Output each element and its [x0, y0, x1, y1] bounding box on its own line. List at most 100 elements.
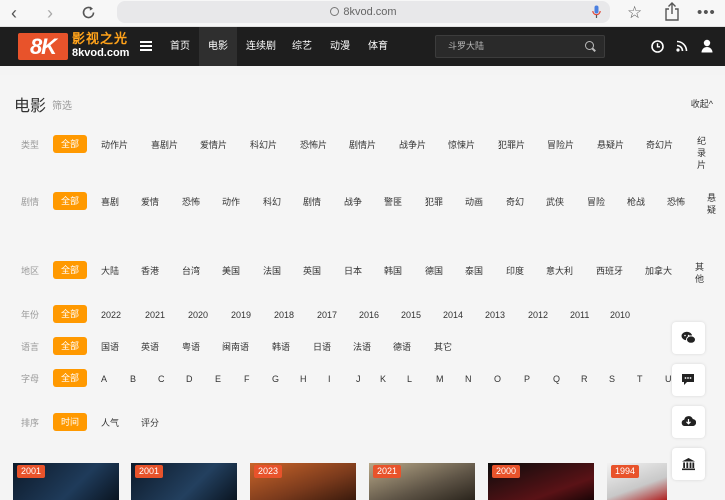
filter-option-type[interactable]: 惊悚片 [448, 138, 475, 152]
bank-button[interactable] [672, 448, 705, 480]
filter-option-year[interactable]: 2017 [317, 308, 337, 322]
filter-option-letter[interactable]: J [356, 372, 361, 386]
filter-option-letter[interactable]: G [272, 372, 279, 386]
filter-option-region[interactable]: 香港 [141, 264, 159, 278]
movie-poster[interactable]: 1994 [607, 463, 667, 500]
reload-icon[interactable] [81, 5, 96, 20]
filter-option-genre[interactable]: 动作 [222, 195, 240, 209]
forward-icon[interactable]: › [47, 2, 53, 24]
filter-option-language[interactable]: 粤语 [182, 340, 200, 354]
filter-option-year[interactable]: 2012 [528, 308, 548, 322]
movie-poster[interactable]: 2001 [13, 463, 119, 500]
movie-poster[interactable]: 2000 [488, 463, 594, 500]
address-bar[interactable]: 8kvod.com [117, 1, 610, 23]
more-icon[interactable]: ••• [697, 2, 716, 24]
filter-option-region[interactable]: 加拿大 [645, 264, 672, 278]
filter-option-year[interactable]: 2019 [231, 308, 251, 322]
filter-option-language[interactable]: 全部 [53, 337, 87, 355]
filter-option-sort[interactable]: 时间 [53, 413, 87, 431]
filter-option-region[interactable]: 法国 [263, 264, 281, 278]
filter-option-type[interactable]: 冒险片 [547, 138, 574, 152]
filter-option-region[interactable]: 韩国 [384, 264, 402, 278]
filter-option-letter[interactable]: 全部 [53, 369, 87, 387]
filter-option-region[interactable]: 全部 [53, 261, 87, 279]
filter-option-region[interactable]: 大陆 [101, 264, 119, 278]
filter-option-genre[interactable]: 爱情 [141, 195, 159, 209]
site-logo-url[interactable]: 8kvod.com [72, 47, 129, 59]
filter-option-letter[interactable]: S [609, 372, 615, 386]
chat-button[interactable] [672, 364, 705, 396]
filter-option-year[interactable]: 2010 [610, 308, 630, 322]
filter-option-region[interactable]: 日本 [344, 264, 362, 278]
filter-option-language[interactable]: 闽南语 [222, 340, 249, 354]
filter-option-letter[interactable]: D [186, 372, 193, 386]
nav-movies[interactable]: 电影 [199, 27, 237, 66]
filter-option-type[interactable]: 奇幻片 [646, 138, 673, 152]
filter-option-genre[interactable]: 冒险 [587, 195, 605, 209]
filter-option-genre[interactable]: 全部 [53, 192, 87, 210]
filter-option-year[interactable]: 2015 [401, 308, 421, 322]
site-info-icon[interactable] [330, 7, 340, 16]
back-icon[interactable]: ‹ [11, 2, 17, 24]
search-icon[interactable] [585, 41, 594, 50]
filter-option-type[interactable]: 战争片 [399, 138, 426, 152]
filter-option-letter[interactable]: N [465, 372, 472, 386]
filter-option-letter[interactable]: K [380, 372, 386, 386]
filter-option-region[interactable]: 印度 [506, 264, 524, 278]
filter-option-year[interactable]: 2020 [188, 308, 208, 322]
filter-option-letter[interactable]: U [665, 372, 672, 386]
filter-option-type[interactable]: 喜剧片 [151, 138, 178, 152]
bookmark-star-icon[interactable]: ☆ [627, 2, 642, 24]
filter-option-genre[interactable]: 恐怖 [667, 195, 685, 209]
nav-anime[interactable]: 动漫 [323, 27, 357, 66]
filter-option-type[interactable]: 全部 [53, 135, 87, 153]
movie-poster[interactable]: 2023 [250, 463, 356, 500]
filter-option-year[interactable]: 2022 [101, 308, 121, 322]
site-logo[interactable]: 8K [18, 33, 68, 60]
filter-option-letter[interactable]: E [215, 372, 221, 386]
movie-poster[interactable]: 2001 [131, 463, 237, 500]
filter-option-genre[interactable]: 动画 [465, 195, 483, 209]
filter-option-region[interactable]: 泰国 [465, 264, 483, 278]
filter-option-region[interactable]: 德国 [425, 264, 443, 278]
filter-option-letter[interactable]: M [436, 372, 444, 386]
nav-sports[interactable]: 体育 [361, 27, 395, 66]
nav-home[interactable]: 首页 [163, 27, 197, 66]
filter-option-type[interactable]: 犯罪片 [498, 138, 525, 152]
download-button[interactable] [672, 406, 705, 438]
filter-option-type[interactable]: 纪录片 [697, 135, 707, 171]
filter-option-year[interactable]: 2011 [570, 308, 589, 322]
search-input[interactable] [448, 36, 578, 57]
filter-option-letter[interactable]: R [581, 372, 588, 386]
filter-option-letter[interactable]: C [158, 372, 165, 386]
collapse-toggle[interactable]: 收起^ [691, 97, 713, 110]
filter-option-region[interactable]: 英国 [303, 264, 321, 278]
site-logo-name[interactable]: 影视之光 [72, 32, 128, 46]
filter-option-letter[interactable]: Q [553, 372, 560, 386]
filter-option-year[interactable]: 2018 [274, 308, 294, 322]
filter-option-type[interactable]: 悬疑片 [597, 138, 624, 152]
filter-option-region[interactable]: 其他 [695, 261, 705, 285]
filter-option-letter[interactable]: I [328, 372, 331, 386]
filter-option-genre[interactable]: 科幻 [263, 195, 281, 209]
filter-option-letter[interactable]: F [244, 372, 250, 386]
rss-icon[interactable] [676, 40, 688, 52]
filter-option-genre[interactable]: 恐怖 [182, 195, 200, 209]
share-icon[interactable] [664, 2, 680, 21]
filter-option-sort[interactable]: 评分 [141, 416, 159, 430]
filter-option-language[interactable]: 其它 [434, 340, 452, 354]
filter-option-letter[interactable]: H [300, 372, 307, 386]
filter-option-genre[interactable]: 剧情 [303, 195, 321, 209]
filter-option-region[interactable]: 台湾 [182, 264, 200, 278]
filter-option-year[interactable]: 2021 [145, 308, 165, 322]
filter-option-language[interactable]: 韩语 [272, 340, 290, 354]
filter-option-letter[interactable]: T [637, 372, 643, 386]
filter-option-letter[interactable]: P [524, 372, 530, 386]
filter-option-type[interactable]: 恐怖片 [300, 138, 327, 152]
filter-option-type[interactable]: 爱情片 [200, 138, 227, 152]
filter-option-letter[interactable]: A [101, 372, 107, 386]
microphone-icon[interactable] [592, 5, 601, 19]
filter-option-year[interactable]: 全部 [53, 305, 87, 323]
filter-option-language[interactable]: 法语 [353, 340, 371, 354]
user-icon[interactable] [701, 39, 713, 53]
